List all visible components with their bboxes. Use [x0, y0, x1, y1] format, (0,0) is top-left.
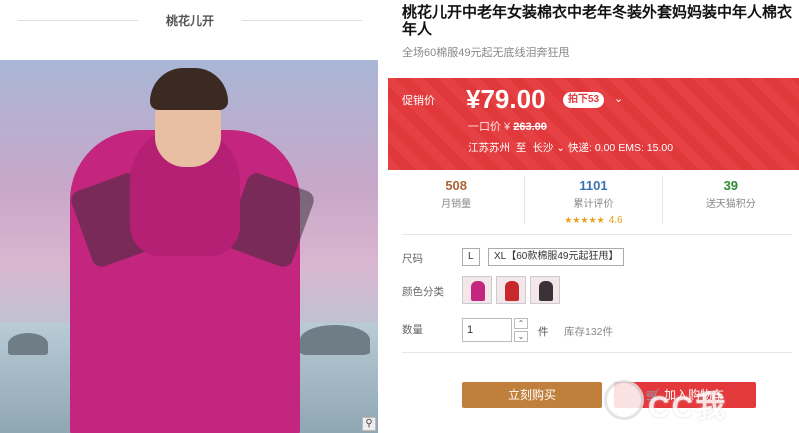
reviews-count[interactable]: 1101 — [525, 178, 661, 193]
divider — [402, 352, 792, 353]
product-subtitle: 全场60棉服49元起无底线泪奔狂甩 — [402, 47, 570, 59]
color-swatch-red[interactable] — [496, 276, 526, 304]
quantity-input[interactable]: 1 — [462, 318, 512, 342]
ship-to-select[interactable]: 长沙 — [532, 142, 553, 154]
watermark-logo: CC我 — [600, 372, 790, 428]
original-price-row: 一口价 ¥ 263.00 — [468, 118, 547, 134]
original-price-label: 一口价 ¥ — [468, 121, 511, 133]
shop-name[interactable]: 桃花儿开 — [166, 12, 214, 29]
color-swatch-black[interactable] — [530, 276, 560, 304]
watermark-text: CC我 — [648, 391, 728, 424]
size-option-l[interactable]: L — [462, 248, 480, 266]
product-image[interactable]: ⚲ — [0, 60, 378, 433]
image-hair — [150, 68, 228, 110]
arrow-up-icon[interactable]: ⌃ — [514, 318, 528, 329]
arrow-down-icon[interactable]: ⌄ — [514, 331, 528, 342]
qty-unit: 件 — [538, 326, 549, 338]
swatch-figure — [505, 281, 519, 301]
sales-label: 月销量 — [441, 199, 472, 210]
price-panel: 促销价 ¥79.00 拍下53 ⌄ 一口价 ¥ 263.00 江苏苏州 至 长沙… — [388, 78, 799, 170]
promo-label: 促销价 — [402, 95, 435, 107]
color-swatch-rose[interactable] — [462, 276, 492, 304]
tmall-points: 39 送天猫积分 — [663, 176, 799, 224]
ship-from: 江苏苏州 — [468, 142, 510, 154]
total-reviews[interactable]: 1101 累计评价 ★★★★★ 4.6 — [525, 176, 663, 226]
monthly-sales: 508 月销量 — [388, 176, 526, 224]
stats-bar: 508 月销量 1101 累计评价 ★★★★★ 4.6 39 送天猫积分 — [388, 176, 799, 226]
ship-to-word: 至 — [515, 142, 527, 154]
watermark-circle — [604, 380, 644, 420]
size-option-xl[interactable]: XL【60款棉服49元起狂甩】 — [488, 248, 625, 266]
reviews-label: 累计评价 — [573, 199, 614, 210]
shop-header: 桃花儿开 — [0, 0, 380, 40]
divider — [18, 20, 138, 21]
original-price: 263.00 — [513, 121, 547, 133]
points-count: 39 — [723, 178, 739, 193]
points-label: 送天猫积分 — [705, 199, 756, 210]
shipping-fee: 快递: 0.00 EMS: 15.00 — [568, 142, 674, 154]
sales-count: 508 — [445, 178, 468, 193]
star-icon: ★★★★★ — [564, 215, 605, 225]
product-title: 桃花儿开中老年女装棉衣中老年冬装外套妈妈装中年人棉衣年人 — [402, 4, 793, 38]
rating-value: 4.6 — [608, 215, 623, 226]
buy-now-button[interactable]: 立刻购买 — [462, 382, 602, 408]
product-info: 桃花儿开中老年女装棉衣中老年冬装外套妈妈装中年人棉衣年人 全场60棉服49元起无… — [388, 0, 799, 433]
qty-label: 数量 — [402, 324, 423, 336]
chevron-down-icon[interactable]: ⌄ — [614, 92, 623, 105]
divider — [242, 20, 362, 21]
image-rock — [300, 325, 370, 355]
current-price: ¥79.00 — [466, 84, 546, 114]
swatch-figure — [471, 281, 485, 301]
color-label: 颜色分类 — [402, 286, 444, 298]
stock-count: 库存132件 — [564, 326, 614, 338]
size-label: 尺码 — [402, 253, 423, 265]
shipping-row: 江苏苏州 至 长沙 ⌄ 快递: 0.00 EMS: 15.00 — [468, 140, 673, 155]
chevron-down-icon[interactable]: ⌄ — [556, 142, 565, 154]
swatch-figure — [539, 281, 553, 301]
divider — [402, 234, 792, 235]
product-gallery: 桃花儿开 ⚲ — [0, 0, 380, 433]
discount-badge: 拍下53 — [563, 92, 605, 108]
zoom-icon[interactable]: ⚲ — [362, 417, 376, 431]
image-rock — [8, 333, 48, 355]
